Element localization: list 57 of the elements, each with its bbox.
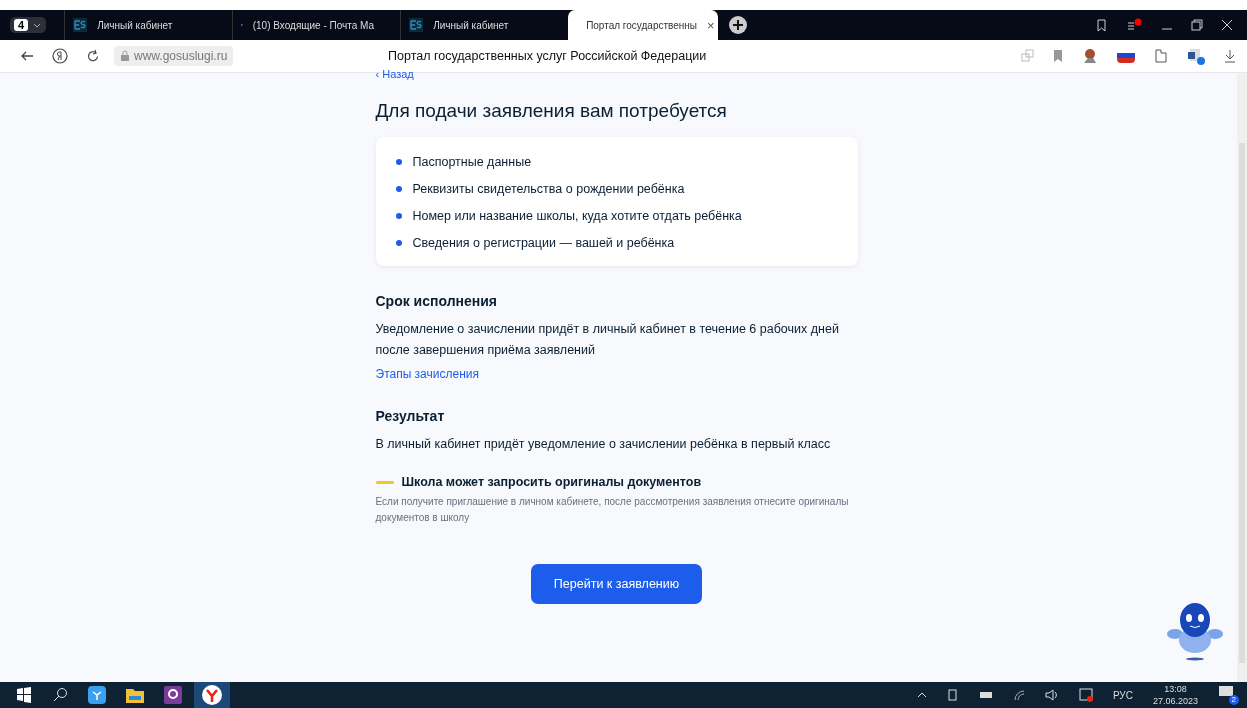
new-tab-icon[interactable]	[728, 15, 749, 35]
bullet-icon	[395, 186, 402, 192]
browser-tab[interactable]: (10) Входящие - Почта Ма	[232, 10, 383, 40]
caret-up-icon[interactable]	[916, 691, 927, 699]
requirement-text: Паспортные данные	[412, 155, 532, 169]
section-heading: Результат	[375, 408, 446, 424]
clock-date[interactable]: 27.06.2023	[1152, 695, 1198, 707]
tab-counter[interactable]: 4	[10, 17, 47, 33]
warning-bar-icon	[375, 480, 394, 484]
back-arrow-icon[interactable]	[20, 49, 34, 63]
clock-time[interactable]: 13:08	[1164, 683, 1187, 695]
lock-icon	[120, 50, 130, 62]
tray-icon[interactable]	[946, 689, 959, 701]
apply-button[interactable]: Перейти к заявлению	[530, 564, 703, 604]
back-link[interactable]: ‹ Назад	[375, 70, 858, 78]
bullet-icon	[395, 159, 402, 165]
language-indicator[interactable]: РУС	[1112, 689, 1133, 701]
site-logo-icon	[409, 18, 424, 32]
extension-icon[interactable]	[1081, 47, 1099, 65]
document-icon[interactable]	[1187, 47, 1205, 65]
browser-tab[interactable]: Портал государственны ×	[568, 10, 719, 40]
result-text: В личный кабинет придёт уведомление о зачислении ребёнка в первый класс	[375, 436, 832, 453]
restore-icon[interactable]	[1191, 19, 1203, 31]
menu-icon[interactable]	[1127, 18, 1143, 32]
requirement-text: Сведения о регистрации — вашей и ребёнка	[412, 236, 675, 250]
page-title: Портал государственных услуг Российской Федерации	[387, 49, 708, 63]
requirement-text: Реквизиты свидетельства о рождении ребёнка	[412, 182, 685, 196]
bookmarks-icon[interactable]	[1095, 18, 1109, 32]
close-icon[interactable]	[1221, 19, 1233, 31]
page-heading: Для подачи заявления вам потребуется	[375, 100, 728, 122]
term-text: Уведомление о зачислении придёт в личный кабинет в течение 6 рабочих дней после завершения приёма заявлений	[375, 321, 840, 359]
app-icon[interactable]	[88, 686, 106, 704]
speaker-icon[interactable]	[1044, 689, 1059, 701]
bookmark-icon[interactable]	[1053, 49, 1063, 63]
notice-text: Если получите приглашение в личном кабинете, после рассмотрения заявления отнесите оригиналы документов в школу	[375, 495, 850, 525]
stages-link[interactable]: Этапы зачисления	[375, 367, 858, 381]
browser-icon[interactable]	[202, 685, 222, 705]
requirement-text: Номер или название школы, куда хотите отдать ребёнка	[412, 209, 742, 223]
bullet-icon	[395, 213, 402, 219]
extension-icon[interactable]	[1153, 48, 1169, 64]
search-icon[interactable]	[52, 687, 68, 703]
address-field[interactable]: www.gosuslugi.ru	[114, 46, 234, 66]
site-logo-icon	[73, 18, 88, 32]
wifi-icon[interactable]	[1012, 689, 1025, 701]
notice-title: Школа может запросить оригиналы документов	[401, 475, 702, 489]
screen-icon[interactable]	[1078, 688, 1093, 702]
browser-logo-icon[interactable]	[52, 48, 68, 64]
folder-icon[interactable]	[126, 687, 144, 703]
section-heading: Срок исполнения	[375, 293, 499, 309]
browser-tab[interactable]: Личный кабинет	[64, 10, 215, 40]
reload-icon[interactable]	[86, 49, 100, 63]
bullet-icon	[395, 240, 402, 246]
windows-start-icon[interactable]	[16, 687, 32, 703]
battery-icon[interactable]	[978, 690, 993, 700]
browser-tab[interactable]: Личный кабинет	[400, 10, 551, 40]
app-icon[interactable]	[164, 686, 182, 704]
download-icon[interactable]	[1223, 49, 1237, 63]
